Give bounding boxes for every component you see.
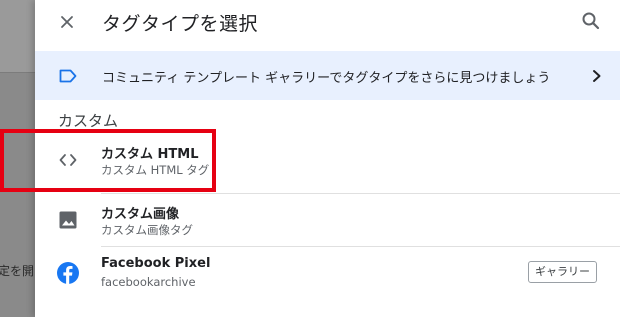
tag-type-description: カスタム画像タグ	[101, 223, 193, 237]
tag-type-name: カスタム HTML	[101, 147, 199, 162]
section-heading-custom: カスタム	[58, 112, 119, 130]
dimmed-background-page: 定を開	[0, 0, 35, 317]
screen: 定を開 タグタイプを選択 コミュニティ テンプレート ギャラリーでタグタイプをさ…	[0, 0, 620, 317]
close-icon	[61, 16, 73, 28]
community-gallery-banner[interactable]: コミュニティ テンプレート ギャラリーでタグタイプをさらに見つけましょう	[35, 51, 620, 100]
panel-header: タグタイプを選択	[35, 0, 620, 44]
search-icon	[582, 12, 600, 30]
search-button[interactable]	[579, 9, 603, 33]
tag-type-description: facebookarchive	[101, 275, 196, 289]
tag-type-name: Facebook Pixel	[101, 256, 211, 271]
tag-type-custom-image[interactable]: カスタム画像 カスタム画像タグ	[35, 194, 620, 246]
tag-outline-icon	[59, 69, 77, 83]
page-title: タグタイプを選択	[102, 13, 259, 35]
tag-type-description: カスタム HTML タグ	[101, 163, 210, 177]
banner-text: コミュニティ テンプレート ギャラリーでタグタイプをさらに見つけましょう	[102, 71, 551, 86]
tag-type-facebook-pixel[interactable]: Facebook Pixel facebookarchive ギャラリー	[35, 247, 620, 299]
tag-type-custom-html[interactable]: カスタム HTML カスタム HTML タグ	[35, 134, 620, 186]
code-brackets-icon	[59, 154, 77, 166]
close-button[interactable]	[55, 10, 79, 34]
background-text: 定を開	[0, 264, 35, 278]
tag-type-picker-panel: タグタイプを選択 コミュニティ テンプレート ギャラリーでタグタイプをさらに見つ…	[35, 0, 620, 317]
image-icon	[59, 211, 77, 229]
facebook-icon	[57, 262, 79, 284]
background-header-strip	[0, 0, 35, 73]
tag-type-name: カスタム画像	[101, 207, 180, 222]
chevron-right-icon	[593, 70, 601, 82]
gallery-badge-button[interactable]: ギャラリー	[528, 261, 597, 283]
